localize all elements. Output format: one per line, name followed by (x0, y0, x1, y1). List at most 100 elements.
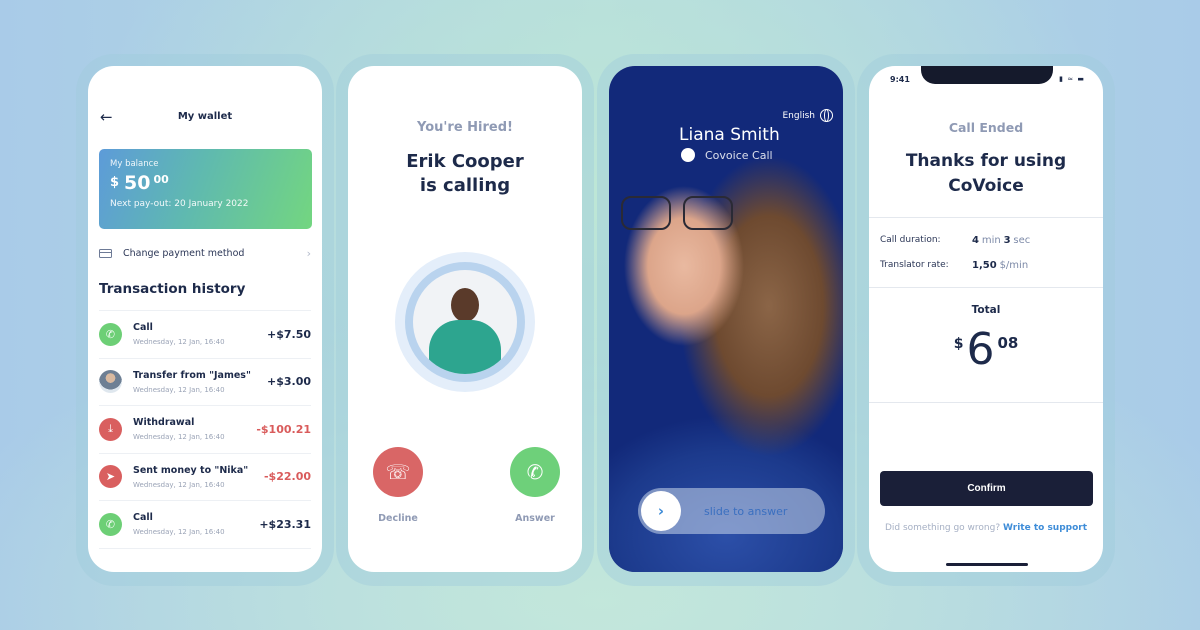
covoice-logo-icon (681, 148, 695, 162)
slide-to-answer-slider[interactable]: › slide to answer (638, 488, 825, 534)
total-whole: 6 (966, 324, 995, 375)
divider (869, 402, 1103, 403)
download-icon: ⤓ (99, 417, 122, 441)
thanks-line-2: CoVoice (948, 176, 1024, 196)
wallet-header: ← My wallet (88, 108, 322, 128)
rate-label: Translator rate: (880, 260, 949, 270)
total-cents: 08 (997, 334, 1019, 352)
call-type: Covoice Call (681, 148, 773, 162)
duration-sec-unit: sec (1013, 235, 1031, 246)
language-selector[interactable]: English (782, 109, 833, 122)
balance-whole: 50 (124, 172, 151, 194)
battery-icon: ▬ (1077, 75, 1085, 83)
balance-cents: 00 (153, 173, 169, 186)
support-prefix: Did something go wrong? (884, 523, 1001, 533)
page-title: My wallet (177, 111, 233, 122)
device-notch (921, 66, 1053, 84)
chevron-right-icon[interactable]: › (641, 491, 681, 531)
total-currency: $ (953, 336, 964, 352)
wallet-screen: ← My wallet My balance $ 50 00 Next pay-… (88, 66, 322, 572)
transaction-amount: +$3.00 (266, 375, 311, 389)
phone-icon: ✆ (99, 512, 122, 536)
caller-photo-body (429, 320, 501, 374)
caller-avatar-ring-inner (405, 262, 525, 382)
transaction-name: Call (133, 322, 153, 334)
transaction-amount: -$22.00 (263, 470, 311, 484)
decline-button[interactable]: ☏ (373, 447, 423, 497)
wifi-icon: ≈ (1067, 75, 1075, 83)
decline-label: Decline (378, 513, 418, 524)
call-duration-row: Call duration: 4 min 3 sec (880, 235, 1030, 246)
transaction-date: Wednesday, 12 Jan, 16:40 (133, 433, 225, 442)
next-payout: Next pay-out: 20 January 2022 (110, 199, 249, 209)
caller-status: is calling (419, 175, 511, 196)
divider (869, 217, 1103, 218)
caller-name: Erik Cooper (406, 151, 524, 172)
answer-button[interactable]: ✆ (510, 447, 560, 497)
duration-min-unit: min (981, 235, 1001, 246)
transaction-name: Withdrawal (133, 417, 195, 429)
glasses-shape (621, 196, 741, 230)
total-label: Total (971, 304, 1001, 316)
signal-icon: ▮ (1059, 75, 1065, 83)
send-circle-icon: ➤ (99, 465, 122, 489)
caller-photo-head (451, 288, 479, 322)
thanks-line-1: Thanks for using (905, 151, 1067, 171)
balance-card: My balance $ 50 00 Next pay-out: 20 Janu… (99, 149, 312, 229)
balance-amount: $ 50 00 (110, 172, 301, 194)
rate-number: 1,50 (972, 260, 997, 271)
payment-method-label: Change payment method (123, 247, 245, 259)
transaction-row[interactable]: Transfer from "James" Wednesday, 12 Jan, … (99, 359, 311, 406)
total-amount: $ 6 08 (869, 324, 1103, 375)
status-time: 9:41 (890, 75, 910, 84)
duration-min: 4 (972, 235, 979, 246)
transaction-row[interactable]: ✆ Call Wednesday, 12 Jan, 16:40 +$23.31 (99, 501, 311, 549)
call-ended-title: Call Ended (948, 120, 1024, 135)
transaction-row[interactable]: ⤓ Withdrawal Wednesday, 12 Jan, 16:40 -$1… (99, 406, 311, 454)
write-to-support-link[interactable]: Write to support (1003, 523, 1087, 533)
divider (869, 287, 1103, 288)
confirm-button[interactable]: Confirm (880, 471, 1093, 506)
transaction-amount: -$100.21 (256, 422, 311, 436)
transaction-date: Wednesday, 12 Jan, 16:40 (133, 385, 225, 394)
incoming-call-screen: You're Hired! Erik Cooper is calling ☏ ✆… (348, 66, 582, 572)
transaction-name: Transfer from "James" (133, 369, 251, 381)
video-call-screen: English Liana Smith Covoice Call › slide… (609, 66, 843, 572)
rate-value: 1,50 $/min (972, 260, 1028, 271)
answer-label: Answer (515, 513, 555, 524)
call-summary-screen: 9:41 ▮ ≈ ▬ Call Ended Thanks for using C… (869, 66, 1103, 572)
transaction-date: Wednesday, 12 Jan, 16:40 (133, 528, 225, 537)
transaction-name: Sent money to "Nika" (133, 464, 249, 476)
transaction-row[interactable]: ➤ Sent money to "Nika" Wednesday, 12 Jan,… (99, 454, 311, 501)
duration-sec: 3 (1003, 235, 1011, 246)
caller-avatar-ring (395, 252, 535, 392)
thanks-heading: Thanks for using CoVoice (869, 149, 1103, 199)
transaction-date: Wednesday, 12 Jan, 16:40 (133, 338, 225, 347)
transaction-date: Wednesday, 12 Jan, 16:40 (133, 480, 225, 489)
status-icons: ▮ ≈ ▬ (1059, 75, 1085, 83)
transaction-list: ✆ Call Wednesday, 12 Jan, 16:40 +$7.50 Tr… (99, 310, 311, 549)
caller-avatar (413, 270, 517, 374)
caller-heading: Erik Cooper is calling (348, 150, 582, 198)
globe-icon (820, 109, 833, 122)
duration-label: Call duration: (880, 235, 941, 245)
balance-currency: $ (110, 175, 120, 190)
rate-unit: $/min (999, 260, 1029, 271)
avatar (99, 370, 122, 394)
balance-label: My balance (110, 159, 159, 169)
hang-up-icon: ☏ (385, 460, 411, 484)
transaction-name: Call (133, 512, 153, 524)
transaction-amount: +$23.31 (259, 517, 311, 531)
home-indicator[interactable] (946, 563, 1028, 566)
chevron-right-icon: › (306, 246, 311, 260)
transaction-row[interactable]: ✆ Call Wednesday, 12 Jan, 16:40 +$7.50 (99, 311, 311, 359)
call-type-label: Covoice Call (705, 148, 773, 162)
translator-rate-row: Translator rate: 1,50 $/min (880, 260, 1028, 271)
duration-value: 4 min 3 sec (972, 235, 1030, 246)
language-label: English (782, 110, 816, 121)
callee-name: Liana Smith (679, 125, 780, 145)
call-subtitle: You're Hired! (417, 120, 513, 135)
change-payment-method-button[interactable]: Change payment method › (99, 244, 311, 262)
transaction-history-title: Transaction history (99, 281, 246, 297)
credit-card-icon (99, 248, 112, 258)
